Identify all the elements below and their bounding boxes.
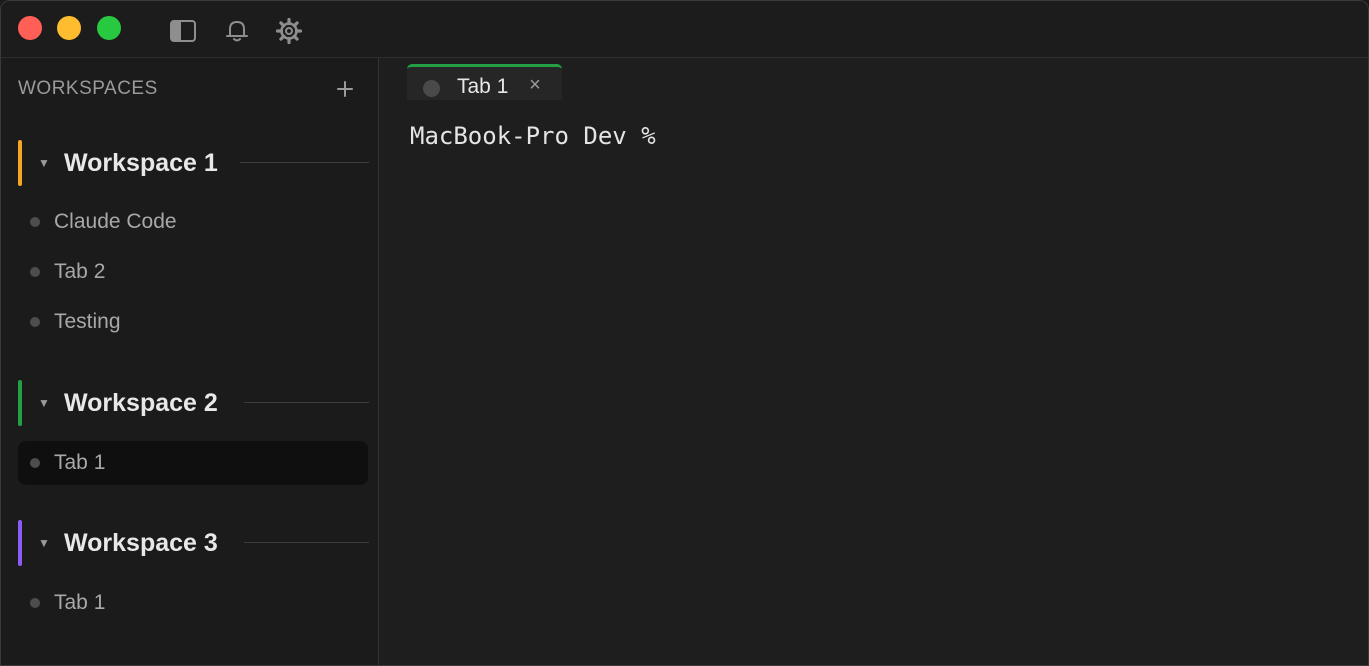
workspace-header[interactable]: ▼ Workspace 3 [1, 520, 379, 566]
tab-status-dot [30, 317, 40, 327]
gear-icon[interactable] [275, 17, 303, 45]
workspace-tab-label: Testing [54, 310, 121, 333]
app-window: WORKSPACES ▼ Workspace 1 Claude Code Tab… [0, 0, 1369, 666]
workspace-group: ▼ Workspace 3 Tab 1 [1, 520, 379, 614]
workspace-tab-item[interactable]: Tab 1 [18, 581, 368, 625]
workspace-color-bar [18, 140, 22, 186]
close-window-button[interactable] [18, 16, 42, 40]
add-workspace-button[interactable] [331, 75, 359, 103]
workspace-tab-label: Tab 1 [54, 591, 106, 614]
sidebar-toggle-icon[interactable] [169, 17, 197, 45]
workspace-header[interactable]: ▼ Workspace 2 [1, 380, 379, 426]
tab-label: Tab 1 [457, 75, 509, 98]
collapse-caret-icon[interactable]: ▼ [38, 396, 50, 410]
workspace-color-bar [18, 380, 22, 426]
workspace-title: Workspace 3 [64, 529, 218, 557]
plus-icon [337, 81, 353, 97]
bell-icon[interactable] [223, 17, 251, 45]
workspace-tab-label: Tab 2 [54, 260, 106, 283]
title-bar [1, 1, 1368, 58]
workspace-tab-label: Tab 1 [54, 451, 106, 474]
workspace-color-bar [18, 520, 22, 566]
terminal-prompt: MacBook-Pro Dev % [410, 122, 656, 150]
tab-status-dot [30, 458, 40, 468]
workspace-tab-label: Claude Code [54, 210, 177, 233]
collapse-caret-icon[interactable]: ▼ [38, 156, 50, 170]
tab-status-dot [30, 217, 40, 227]
workspace-tab-item[interactable]: Tab 2 [18, 250, 368, 294]
workspace-divider [244, 402, 369, 403]
tab-terminal[interactable]: Tab 1 × [407, 64, 562, 100]
workspace-group: ▼ Workspace 1 Claude Code Tab 2 Testing [1, 140, 379, 333]
workspace-sidebar: WORKSPACES ▼ Workspace 1 Claude Code Tab… [1, 58, 379, 665]
workspace-divider [240, 162, 369, 163]
workspace-tab-item[interactable]: Testing [18, 300, 368, 344]
close-icon[interactable]: × [526, 75, 544, 95]
minimize-window-button[interactable] [57, 16, 81, 40]
workspace-title: Workspace 1 [64, 149, 218, 177]
tab-status-dot [30, 267, 40, 277]
workspace-title: Workspace 2 [64, 389, 218, 417]
workspace-group: ▼ Workspace 2 Tab 1 [1, 380, 379, 485]
tab-status-dot [423, 80, 440, 97]
workspace-tab-item[interactable]: Claude Code [18, 200, 368, 244]
sidebar-header: WORKSPACES [18, 78, 158, 99]
workspace-divider [244, 542, 369, 543]
tab-status-dot [30, 598, 40, 608]
workspace-tab-item[interactable]: Tab 1 [18, 441, 368, 485]
collapse-caret-icon[interactable]: ▼ [38, 536, 50, 550]
maximize-window-button[interactable] [97, 16, 121, 40]
terminal-pane[interactable]: Tab 1 × MacBook-Pro Dev % [379, 58, 1368, 665]
workspace-header[interactable]: ▼ Workspace 1 [1, 140, 379, 186]
